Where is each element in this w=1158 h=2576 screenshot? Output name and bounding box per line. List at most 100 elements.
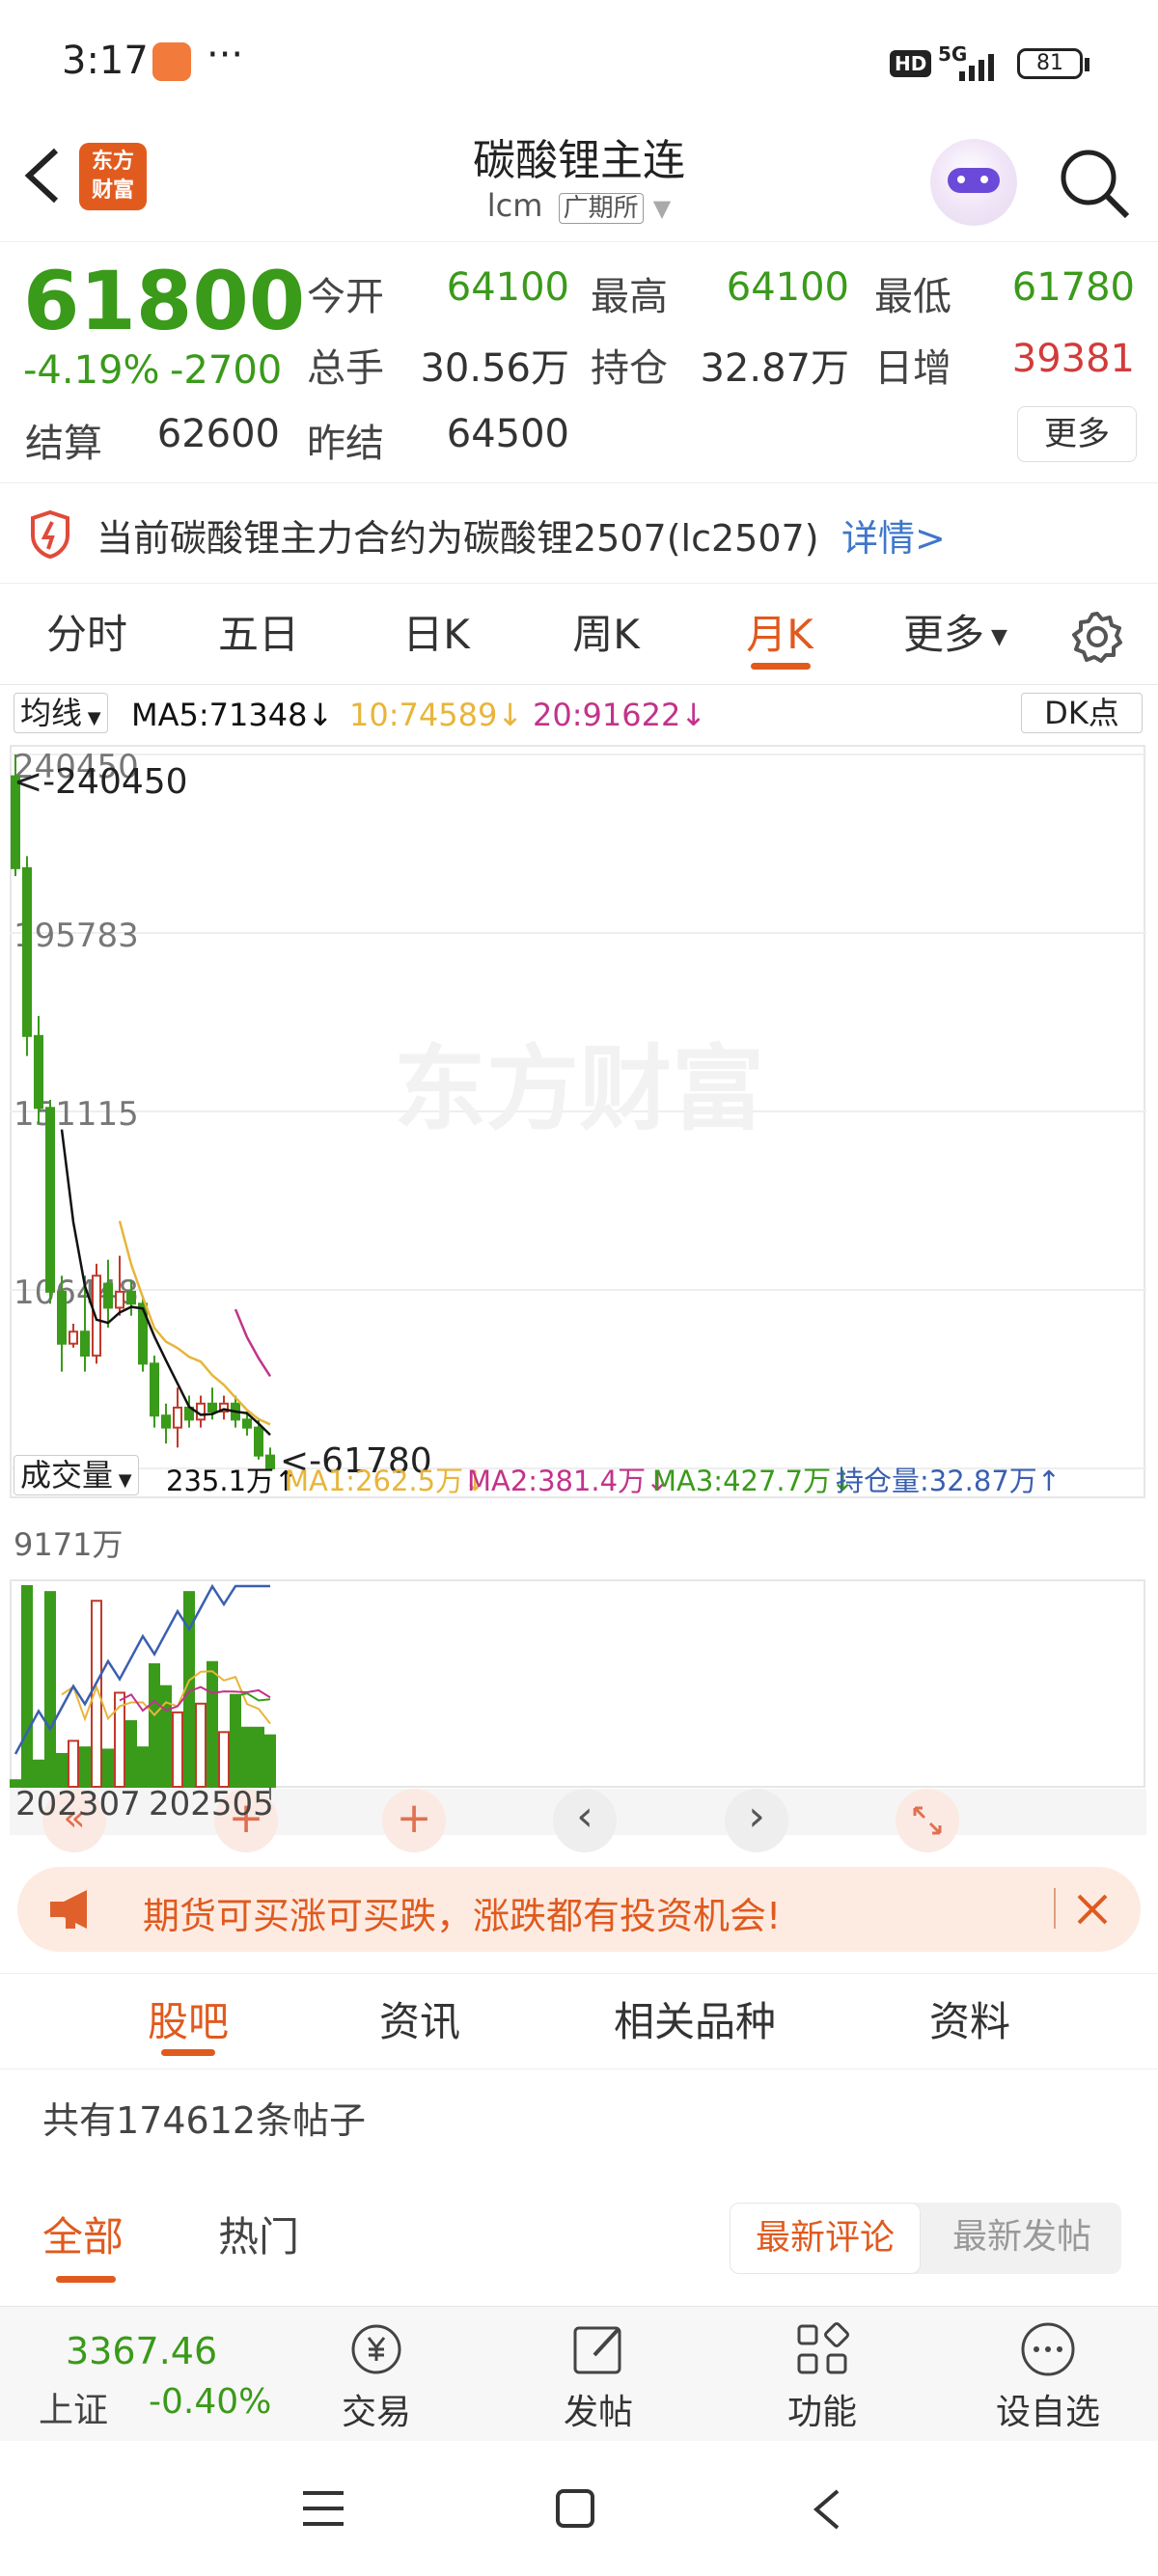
dk-points-button[interactable]: DK点 xyxy=(1021,693,1143,733)
status-bar: 3:17 ··· HD 5G 81 xyxy=(0,0,1158,125)
caret-down-icon: ▼ xyxy=(82,708,101,728)
tab-more-label: 更多 xyxy=(903,611,985,658)
scroll-right-button[interactable]: › xyxy=(725,1789,788,1852)
more-circle-icon xyxy=(1021,2322,1075,2376)
daily-increase-value: 39381 xyxy=(1011,337,1135,381)
bottom-toolbar: 3367.46 上证 -0.40% 交易 发帖 功能 设自选 xyxy=(0,2306,1158,2441)
contract-subtitle[interactable]: lcm 广期所 ▼ xyxy=(290,187,868,224)
x-axis-start-label: 202307 xyxy=(15,1785,141,1823)
tab-news[interactable]: 资讯 xyxy=(347,1974,492,2070)
ma-selector-label: 均线 xyxy=(20,695,83,731)
volume-bar xyxy=(137,1746,149,1788)
volume-bar xyxy=(102,1748,114,1789)
sort-latest-post[interactable]: 最新发帖 xyxy=(926,2203,1117,2274)
ma-selector[interactable]: 均线 ▼ xyxy=(14,693,108,733)
add-watchlist-label: 设自选 xyxy=(995,2393,1100,2432)
post-label: 发帖 xyxy=(563,2393,633,2432)
change-amount: -2700 xyxy=(170,348,283,393)
close-icon[interactable] xyxy=(1073,1890,1112,1929)
tab-daily-k[interactable]: 日K xyxy=(369,584,504,685)
settings-gear-icon[interactable] xyxy=(1071,611,1123,663)
low-value: 61780 xyxy=(1011,265,1135,310)
volume-bar xyxy=(68,1740,79,1788)
trade-label: 交易 xyxy=(341,2393,411,2432)
position-value: 32.87万 xyxy=(700,346,849,391)
candle-body xyxy=(115,1290,124,1309)
robot-assistant-icon[interactable] xyxy=(930,139,1017,226)
back-nav-icon[interactable] xyxy=(809,2487,843,2532)
index-ticker[interactable]: 3367.46 上证 -0.40% xyxy=(29,2307,280,2442)
volume-bar xyxy=(195,1702,207,1789)
eastmoney-logo[interactable]: 东方 财富 xyxy=(79,143,147,210)
prev-settle-value: 64500 xyxy=(446,412,569,456)
position-label: 持仓 xyxy=(591,346,668,391)
candle-body xyxy=(103,1282,113,1309)
vol-ma3-value: MA3:427.7万↓ xyxy=(652,1465,855,1497)
add-watchlist-button[interactable]: 设自选 xyxy=(980,2307,1116,2442)
tab-weekly-k[interactable]: 周K xyxy=(538,584,674,685)
function-button[interactable]: 功能 xyxy=(764,2307,880,2442)
zoom-in-button-2[interactable]: + xyxy=(382,1789,446,1852)
content-tabs: 股吧 资讯 相关品种 资料 xyxy=(0,1973,1158,2069)
sort-toggle: 最新评论 最新发帖 xyxy=(730,2203,1121,2274)
ma5-value: MA5:71348↓ xyxy=(131,697,334,733)
app-notification-icon xyxy=(152,42,191,81)
daily-increase-label: 日增 xyxy=(874,346,951,391)
notice-bar[interactable]: 当前碳酸锂主力合约为碳酸锂2507(lc2507) 详情> xyxy=(0,482,1158,584)
ma10-value: 10:74589↓ xyxy=(349,697,524,733)
fullscreen-button[interactable] xyxy=(896,1789,959,1852)
candle-body xyxy=(22,866,32,1037)
tab-hot-posts[interactable]: 热门 xyxy=(218,2205,299,2263)
tab-monthly-k[interactable]: 月K xyxy=(712,584,847,685)
battery-level: 81 xyxy=(1036,51,1063,75)
tab-forum[interactable]: 股吧 xyxy=(116,1974,261,2070)
shield-alert-icon xyxy=(31,510,69,559)
max-price-marker: <-240450 xyxy=(14,762,188,802)
kline-chart-svg[interactable]: 东方财富 24045019578315111510644861780 <-240… xyxy=(10,745,1146,1835)
candle-body xyxy=(34,1034,43,1110)
candle-body xyxy=(80,1330,90,1357)
trade-button[interactable]: 交易 xyxy=(318,2307,434,2442)
volume-indicator-selector[interactable]: 成交量 ▼ xyxy=(14,1455,139,1495)
menu-icon[interactable] xyxy=(301,2489,345,2528)
candle-body xyxy=(57,1290,67,1345)
y-axis-label: 195783 xyxy=(14,917,139,955)
home-square-icon[interactable] xyxy=(554,2487,596,2530)
last-price: 61800 xyxy=(23,254,306,348)
back-arrow-icon[interactable] xyxy=(21,145,64,206)
prev-settle-label: 昨结 xyxy=(307,422,384,466)
tab-five-day[interactable]: 五日 xyxy=(191,584,326,685)
exchange-badge: 广期所 xyxy=(558,193,644,224)
battery-tip xyxy=(1085,58,1089,71)
tab-info[interactable]: 资料 xyxy=(897,1974,1042,2070)
candle-body xyxy=(242,1418,252,1429)
notice-detail-link[interactable]: 详情> xyxy=(841,508,946,562)
candle-body xyxy=(92,1274,101,1357)
promo-banner[interactable]: 期货可买涨可买跌，涨跌都有投资机会! xyxy=(17,1867,1141,1952)
tab-related[interactable]: 相关品种 xyxy=(598,1974,791,2070)
caret-down-icon: ▼ xyxy=(113,1470,132,1491)
post-button[interactable]: 发帖 xyxy=(540,2307,656,2442)
volume-bar xyxy=(172,1711,183,1789)
change-percent: -4.19% xyxy=(23,348,160,393)
more-notifications: ··· xyxy=(207,33,244,77)
tab-intraday[interactable]: 分时 xyxy=(19,584,154,685)
tab-more[interactable]: 更多 ▼ xyxy=(897,584,1013,685)
kline-chart-area: 均线 ▼ MA5:71348↓ 10:74589↓ 20:91622↓ DK点 … xyxy=(0,685,1158,1857)
contract-code: lcm xyxy=(486,187,543,224)
search-icon[interactable] xyxy=(1056,145,1133,222)
tab-all-posts[interactable]: 全部 xyxy=(42,2205,124,2263)
high-label: 最高 xyxy=(591,275,668,319)
scroll-left-button[interactable]: ‹ xyxy=(553,1789,617,1852)
volume-bar xyxy=(56,1752,68,1789)
chevron-down-icon: ▼ xyxy=(652,195,672,222)
yuan-exchange-icon xyxy=(351,2324,401,2374)
active-tab-indicator xyxy=(56,2276,116,2283)
expand-icon xyxy=(913,1806,942,1835)
sort-latest-comment[interactable]: 最新评论 xyxy=(730,2203,921,2274)
ma20-line xyxy=(234,1308,272,1378)
nav-bar: 东方 财富 碳酸锂主连 lcm 广期所 ▼ xyxy=(0,125,1158,241)
index-change: -0.40% xyxy=(149,2382,272,2422)
clock: 3:17 xyxy=(62,39,149,83)
more-button[interactable]: 更多 xyxy=(1017,406,1137,462)
